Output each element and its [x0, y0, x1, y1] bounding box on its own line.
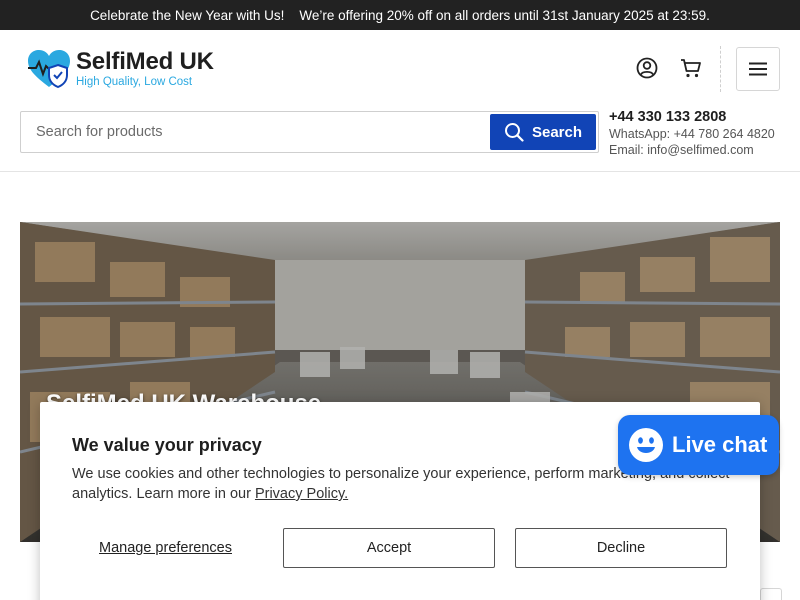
account-button[interactable]	[635, 56, 659, 80]
live-chat-button[interactable]: Live chat	[618, 415, 779, 475]
whatsapp-number[interactable]: WhatsApp: +44 780 264 4820	[609, 126, 775, 142]
phone-number[interactable]: +44 330 133 2808	[609, 108, 775, 126]
live-chat-label: Live chat	[672, 432, 768, 457]
contact-info: +44 330 133 2808 WhatsApp: +44 780 264 4…	[609, 108, 775, 158]
cookie-title: We value your privacy	[72, 435, 262, 455]
search-button-label: Search	[531, 123, 583, 141]
announcement-text: Celebrate the New Year with Us! We’re of…	[90, 7, 710, 23]
decline-button[interactable]: Decline	[515, 528, 727, 568]
site-logo[interactable]: SelfiMed UK High Quality, Low Cost	[26, 48, 214, 90]
search-bar: Search	[20, 111, 599, 153]
menu-button[interactable]	[736, 47, 780, 91]
accept-button[interactable]: Accept	[283, 528, 495, 568]
cart-button[interactable]	[679, 56, 703, 80]
search-input[interactable]	[21, 112, 491, 152]
carousel-control[interactable]	[760, 588, 782, 600]
brand-tagline: High Quality, Low Cost	[76, 76, 193, 88]
announcement-bar: Celebrate the New Year with Us! We’re of…	[0, 0, 800, 30]
smiley-chat-icon	[629, 428, 663, 462]
brand-name: SelfiMed UK	[76, 48, 214, 75]
heart-shield-logo-icon	[28, 50, 70, 89]
email-address[interactable]: Email: info@selfimed.com	[609, 142, 775, 158]
manage-preferences-link[interactable]: Manage preferences	[99, 540, 232, 556]
privacy-policy-link[interactable]: Privacy Policy.	[255, 486, 348, 502]
header-divider	[720, 46, 721, 92]
menu-icon	[749, 62, 767, 76]
site-header: SelfiMed UK High Quality, Low Cost	[0, 30, 800, 110]
header-divider-line	[0, 171, 800, 172]
search-button[interactable]: Search	[490, 114, 596, 150]
user-icon	[636, 57, 658, 79]
cart-icon	[681, 59, 701, 78]
search-icon	[504, 123, 524, 142]
